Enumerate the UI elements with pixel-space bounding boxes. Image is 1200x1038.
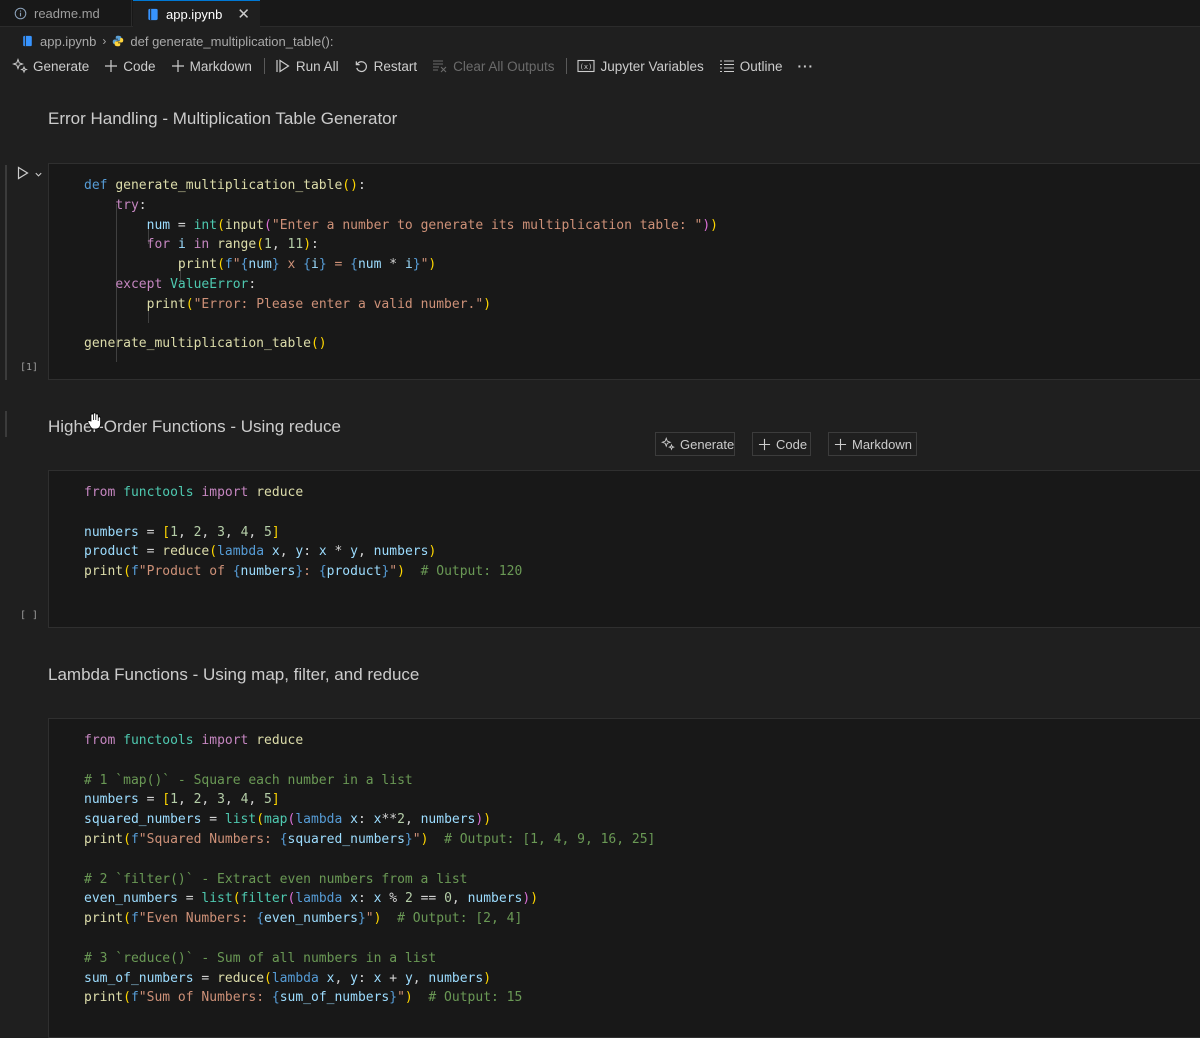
markdown-cell-heading[interactable]: Error Handling - Multiplication Table Ge… — [48, 109, 397, 129]
code-line: squared_numbers = list(map(lambda x: x**… — [84, 812, 492, 828]
svg-text:(x): (x) — [580, 63, 593, 71]
code-label: Code — [123, 58, 156, 74]
clear-all-icon — [432, 59, 448, 73]
play-icon — [16, 166, 30, 183]
insert-markdown-label: Markdown — [852, 436, 912, 452]
hand-cursor-icon — [86, 412, 102, 433]
tab-readme[interactable]: readme.md — [0, 0, 132, 26]
toolbar-divider — [566, 58, 568, 74]
run-all-button[interactable]: Run All — [275, 58, 339, 74]
plus-icon — [104, 59, 118, 73]
code-cell-2[interactable]: from functools import reduce numbers = [… — [48, 470, 1200, 628]
code-line: num = int(input("Enter a number to gener… — [146, 217, 718, 233]
close-icon[interactable]: ✕ — [237, 5, 250, 23]
code-cell-1[interactable]: def generate_multiplication_table(): try… — [48, 163, 1200, 380]
restart-button[interactable]: Restart — [354, 58, 418, 74]
execution-count: [ ] — [20, 610, 39, 621]
insert-generate-label: Generate — [680, 436, 735, 452]
jupyter-variables-label: Jupyter Variables — [600, 58, 704, 74]
plus-icon — [758, 438, 771, 451]
code-line: generate_multiplication_table() — [84, 336, 327, 352]
insert-code-button[interactable]: Code — [752, 432, 811, 456]
code-line: from functools import reduce — [84, 485, 304, 500]
plus-icon — [171, 59, 185, 73]
code-line: # 2 `filter()` - Extract even numbers fr… — [84, 871, 468, 887]
list-icon — [719, 59, 735, 73]
chevron-right-icon: › — [102, 34, 107, 48]
python-icon — [112, 35, 124, 47]
clear-all-outputs-button[interactable]: Clear All Outputs — [432, 59, 554, 74]
cell-hover-indicator — [5, 411, 7, 437]
breadcrumb-symbol[interactable]: def generate_multiplication_table(): — [130, 34, 333, 49]
sparkle-icon — [12, 58, 28, 74]
code-editor[interactable]: def generate_multiplication_table(): try… — [84, 176, 718, 354]
tab-app-ipynb[interactable]: app.ipynb ✕ — [133, 0, 260, 27]
code-line: print(f"Sum of Numbers: {sum_of_numbers}… — [84, 990, 523, 1006]
code-line: print("Error: Please enter a valid numbe… — [146, 296, 492, 312]
generate-label: Generate — [33, 58, 90, 74]
add-code-cell-button[interactable]: Code — [104, 58, 156, 74]
markdown-cell-heading[interactable]: Lambda Functions - Using map, filter, an… — [48, 665, 419, 685]
code-line: sum_of_numbers = reduce(lambda x, y: x +… — [84, 970, 492, 986]
breadcrumb-file[interactable]: app.ipynb — [40, 34, 96, 49]
code-cell-3[interactable]: from functools import reduce # 1 `map()`… — [48, 718, 1200, 1038]
execution-count: [1] — [20, 362, 39, 373]
notebook-icon — [147, 8, 159, 21]
code-line: print(f"Product of {numbers}: {product}"… — [84, 564, 523, 580]
run-all-label: Run All — [295, 58, 339, 74]
code-line: numbers = [1, 2, 3, 4, 5] — [84, 524, 280, 540]
code-editor[interactable]: from functools import reduce # 1 `map()`… — [84, 731, 655, 1008]
outline-button[interactable]: Outline — [719, 59, 783, 74]
plus-icon — [834, 438, 847, 451]
tab-label: readme.md — [34, 5, 100, 21]
ellipsis-icon: ··· — [797, 58, 815, 74]
code-line: even_numbers = list(filter(lambda x: x %… — [84, 891, 539, 907]
more-actions-button[interactable]: ··· — [798, 59, 815, 74]
code-editor[interactable]: from functools import reduce numbers = [… — [84, 483, 522, 582]
run-cell-button[interactable] — [16, 166, 43, 183]
breadcrumb: app.ipynb › def generate_multiplication_… — [22, 32, 333, 50]
info-icon — [14, 7, 27, 20]
add-markdown-cell-button[interactable]: Markdown — [171, 59, 252, 74]
notebook-icon — [22, 35, 33, 47]
editor-tab-bar: readme.md app.ipynb ✕ — [0, 0, 1200, 27]
code-line: numbers = [1, 2, 3, 4, 5] — [84, 792, 280, 808]
clear-all-outputs-label: Clear All Outputs — [453, 58, 555, 74]
code-line: print(f"Even Numbers: {even_numbers}") #… — [84, 911, 523, 927]
run-all-icon — [275, 58, 291, 74]
markdown-label: Markdown — [189, 58, 252, 74]
code-line: print(f"{num} x {i} = {num * i}") — [177, 257, 437, 273]
chevron-down-icon[interactable] — [34, 167, 43, 182]
tab-label: app.ipynb — [166, 6, 223, 22]
code-line: for i in range(1, 11): — [146, 237, 319, 253]
code-line: except ValueError: — [115, 276, 257, 292]
cell-focus-indicator — [5, 165, 7, 380]
code-line: # 3 `reduce()` - Sum of all numbers in a… — [84, 950, 437, 966]
variables-icon: (x) — [577, 59, 596, 73]
insert-markdown-button[interactable]: Markdown — [828, 432, 917, 456]
code-line: print(f"Squared Numbers: {squared_number… — [84, 831, 656, 847]
sparkle-icon — [661, 437, 675, 451]
notebook-toolbar: Generate Code Markdown Run All Restart C… — [12, 56, 829, 76]
toolbar-divider — [263, 58, 265, 74]
code-line: def generate_multiplication_table(): — [84, 178, 366, 193]
code-line: product = reduce(lambda x, y: x * y, num… — [84, 544, 437, 560]
restart-label: Restart — [373, 58, 418, 74]
code-line: from functools import reduce — [84, 733, 304, 748]
outline-label: Outline — [739, 58, 783, 74]
jupyter-variables-button[interactable]: (x) Jupyter Variables — [577, 58, 704, 74]
code-line: # 1 `map()` - Square each number in a li… — [84, 772, 413, 788]
insert-code-label: Code — [776, 436, 808, 452]
generate-button[interactable]: Generate — [12, 58, 89, 74]
restart-icon — [354, 59, 369, 74]
code-line: try: — [115, 197, 147, 213]
insert-generate-button[interactable]: Generate — [655, 432, 735, 456]
